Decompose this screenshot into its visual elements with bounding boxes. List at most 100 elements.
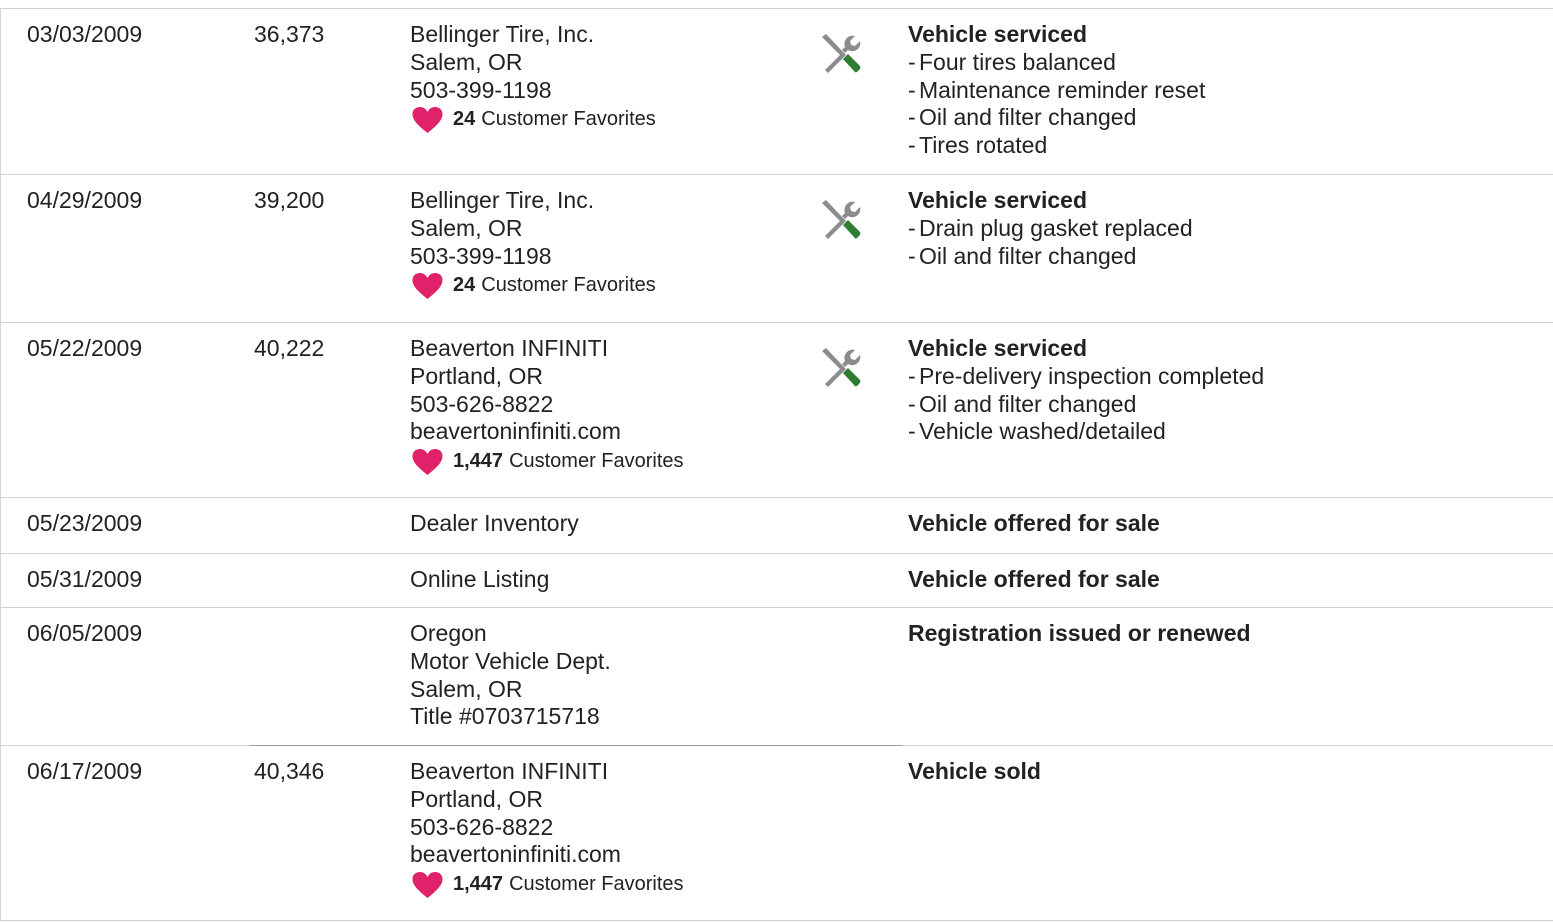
detail-item: - Oil and filter changed — [908, 391, 1264, 419]
source-line: Portland, OR — [410, 362, 543, 389]
record-date: 04/29/2009 — [27, 187, 143, 213]
detail-item: - Maintenance reminder reset — [908, 77, 1205, 105]
detail-text: Vehicle washed/detailed — [919, 418, 1166, 445]
favorites-label: Customer Favorites — [509, 873, 684, 896]
record-details: Vehicle offered for sale — [908, 510, 1160, 538]
record-title: Vehicle serviced — [908, 21, 1088, 47]
record-source: Beaverton INFINITI Portland, OR 503-626-88… — [410, 758, 684, 899]
source-line: 503-626-8822 — [410, 390, 554, 417]
record-title: Vehicle offered for sale — [908, 510, 1160, 536]
source-line: Salem, OR — [410, 48, 523, 75]
bullet-dash: - — [908, 48, 916, 75]
bullet-dash: - — [908, 362, 916, 389]
bullet-dash: - — [908, 76, 916, 103]
history-row: 06/17/2009 40,346 Beaverton INFINITI Portla… — [0, 746, 1553, 921]
source-line: Bellinger Tire, Inc. — [410, 21, 595, 47]
source-line: Title #0703715718 — [410, 703, 600, 730]
record-details: Vehicle serviced - Drain plug gasket repla… — [908, 187, 1193, 270]
history-row: 06/05/2009 Oregon Motor Vehicle Dept. Salem… — [0, 608, 1553, 746]
record-mileage: 39,200 — [254, 187, 325, 213]
favorites-count: 24 — [453, 274, 476, 297]
favorites-label: Customer Favorites — [509, 450, 684, 473]
detail-text: Oil and filter changed — [919, 390, 1137, 417]
record-source: Dealer Inventory — [410, 510, 579, 538]
source-line: 503-399-1198 — [410, 76, 552, 103]
heart-icon — [412, 449, 443, 476]
detail-item: - Oil and filter changed — [908, 104, 1205, 132]
source-line: beavertoninfiniti.com — [410, 418, 621, 445]
favorites-count: 24 — [453, 108, 476, 131]
source-line: Online Listing — [410, 566, 550, 592]
record-source: Oregon Motor Vehicle Dept. Salem, OR Title … — [410, 620, 611, 731]
detail-item: - Drain plug gasket replaced — [908, 215, 1193, 243]
service-tools-icon — [822, 34, 861, 73]
favorites-label: Customer Favorites — [481, 274, 656, 297]
history-row: 04/29/2009 39,200 Bellinger Tire, Inc. Sale… — [0, 175, 1553, 323]
customer-favorites[interactable]: 1,447 Customer Favorites — [410, 448, 684, 476]
record-title: Vehicle sold — [908, 758, 1041, 784]
record-source: Online Listing — [410, 566, 549, 594]
record-source: Bellinger Tire, Inc. Salem, OR 503-399-119… — [410, 187, 656, 300]
source-line: Salem, OR — [410, 675, 523, 702]
detail-text: Oil and filter changed — [919, 242, 1137, 269]
source-line: Beaverton INFINITI — [410, 335, 609, 361]
detail-item: - Vehicle washed/detailed — [908, 418, 1264, 446]
record-title: Vehicle serviced — [908, 187, 1088, 213]
record-mileage: 36,373 — [254, 21, 325, 47]
record-mileage: 40,222 — [254, 335, 325, 361]
record-date: 05/23/2009 — [27, 510, 143, 536]
record-source: Bellinger Tire, Inc. Salem, OR 503-399-119… — [410, 21, 656, 134]
favorites-count: 1,447 — [453, 450, 504, 473]
record-details: Vehicle serviced - Pre-delivery inspection… — [908, 335, 1264, 446]
detail-text: Maintenance reminder reset — [919, 76, 1206, 103]
source-line: Portland, OR — [410, 785, 543, 812]
vehicle-history-table: 03/03/2009 36,373 Bellinger Tire, Inc. Sale… — [0, 0, 1553, 923]
detail-item: - Four tires balanced — [908, 49, 1205, 77]
source-line: Beaverton INFINITI — [410, 758, 609, 784]
favorites-count: 1,447 — [453, 873, 504, 896]
customer-favorites[interactable]: 24 Customer Favorites — [410, 272, 656, 300]
record-source: Beaverton INFINITI Portland, OR 503-626-88… — [410, 335, 684, 476]
service-tools-icon — [822, 348, 861, 387]
source-line: 503-626-8822 — [410, 813, 554, 840]
detail-text: Tires rotated — [919, 132, 1048, 159]
source-line: beavertoninfiniti.com — [410, 841, 621, 868]
record-date: 05/31/2009 — [27, 566, 143, 592]
record-details: Registration issued or renewed — [908, 620, 1251, 648]
customer-favorites[interactable]: 1,447 Customer Favorites — [410, 871, 684, 899]
record-details: Vehicle sold — [908, 758, 1041, 786]
record-date: 05/22/2009 — [27, 335, 143, 361]
record-date: 03/03/2009 — [27, 21, 143, 47]
heart-icon — [412, 107, 443, 134]
history-row: 05/31/2009 Online Listing Vehicle offered … — [0, 554, 1553, 608]
bullet-dash: - — [908, 104, 916, 131]
history-row: 05/23/2009 Dealer Inventory Vehicle offere… — [0, 498, 1553, 554]
detail-text: Four tires balanced — [919, 48, 1116, 75]
bullet-dash: - — [908, 390, 916, 417]
source-line: Bellinger Tire, Inc. — [410, 187, 595, 213]
record-details: Vehicle offered for sale — [908, 566, 1160, 594]
detail-text: Pre-delivery inspection completed — [919, 362, 1265, 389]
record-date: 06/17/2009 — [27, 758, 143, 784]
record-mileage: 40,346 — [254, 758, 325, 784]
bullet-dash: - — [908, 132, 916, 159]
bullet-dash: - — [908, 418, 916, 445]
history-row: 03/03/2009 36,373 Bellinger Tire, Inc. Sale… — [0, 8, 1553, 175]
service-tools-icon — [822, 200, 861, 239]
record-details: Vehicle serviced - Four tires balanced - Mai… — [908, 21, 1205, 160]
customer-favorites[interactable]: 24 Customer Favorites — [410, 106, 656, 134]
detail-item: - Pre-delivery inspection completed — [908, 363, 1264, 391]
heart-icon — [412, 273, 443, 300]
source-line: Oregon — [410, 620, 487, 646]
bullet-dash: - — [908, 214, 916, 241]
source-line: 503-399-1198 — [410, 242, 552, 269]
favorites-label: Customer Favorites — [481, 108, 656, 131]
row-divider-accent — [250, 745, 902, 746]
source-line: Dealer Inventory — [410, 510, 579, 536]
record-title: Registration issued or renewed — [908, 620, 1251, 646]
source-line: Salem, OR — [410, 214, 523, 241]
detail-item: - Oil and filter changed — [908, 243, 1193, 271]
heart-icon — [412, 872, 443, 899]
detail-text: Oil and filter changed — [919, 104, 1137, 131]
history-row: 05/22/2009 40,222 Beaverton INFINITI Portla… — [0, 323, 1553, 498]
